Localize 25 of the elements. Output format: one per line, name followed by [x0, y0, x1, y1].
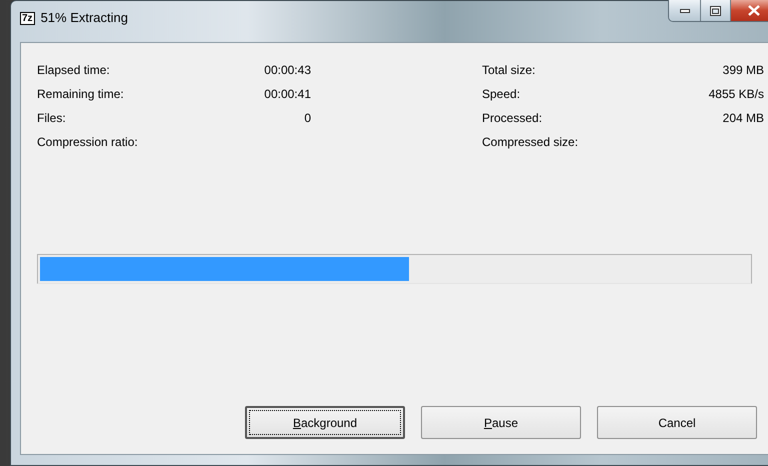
- stat-label: Remaining time:: [37, 87, 124, 103]
- stat-label: Compression ratio:: [37, 135, 138, 151]
- stat-label: Processed:: [482, 111, 542, 127]
- minimize-icon: [680, 8, 690, 12]
- stat-value: 4855 KB/s: [708, 87, 764, 103]
- close-button[interactable]: [730, 0, 768, 21]
- dialog-button[interactable]: Cancel: [597, 406, 757, 439]
- window-title: 51% Extracting: [40, 10, 128, 25]
- stat-value: 00:00:41: [264, 87, 311, 103]
- dialog-button[interactable]: Pause: [421, 406, 581, 439]
- stat-value: 399 MB: [722, 63, 764, 79]
- minimize-button[interactable]: [669, 0, 700, 21]
- app-icon: 7z: [20, 12, 35, 25]
- stat-label: Speed:: [482, 87, 520, 103]
- stat-value: 0: [304, 111, 311, 127]
- stat-label: Total size:: [482, 63, 536, 79]
- stat-label: Files:: [37, 111, 66, 127]
- stat-value: 204 MB: [722, 111, 764, 127]
- maximize-button[interactable]: [700, 0, 730, 21]
- stat-label: Compressed size:: [482, 135, 578, 151]
- stat-value: 00:00:43: [264, 63, 311, 79]
- dialog-button[interactable]: Background: [245, 406, 405, 439]
- stat-label: Elapsed time:: [37, 63, 110, 79]
- maximize-icon: [710, 6, 721, 16]
- close-icon: [748, 5, 760, 16]
